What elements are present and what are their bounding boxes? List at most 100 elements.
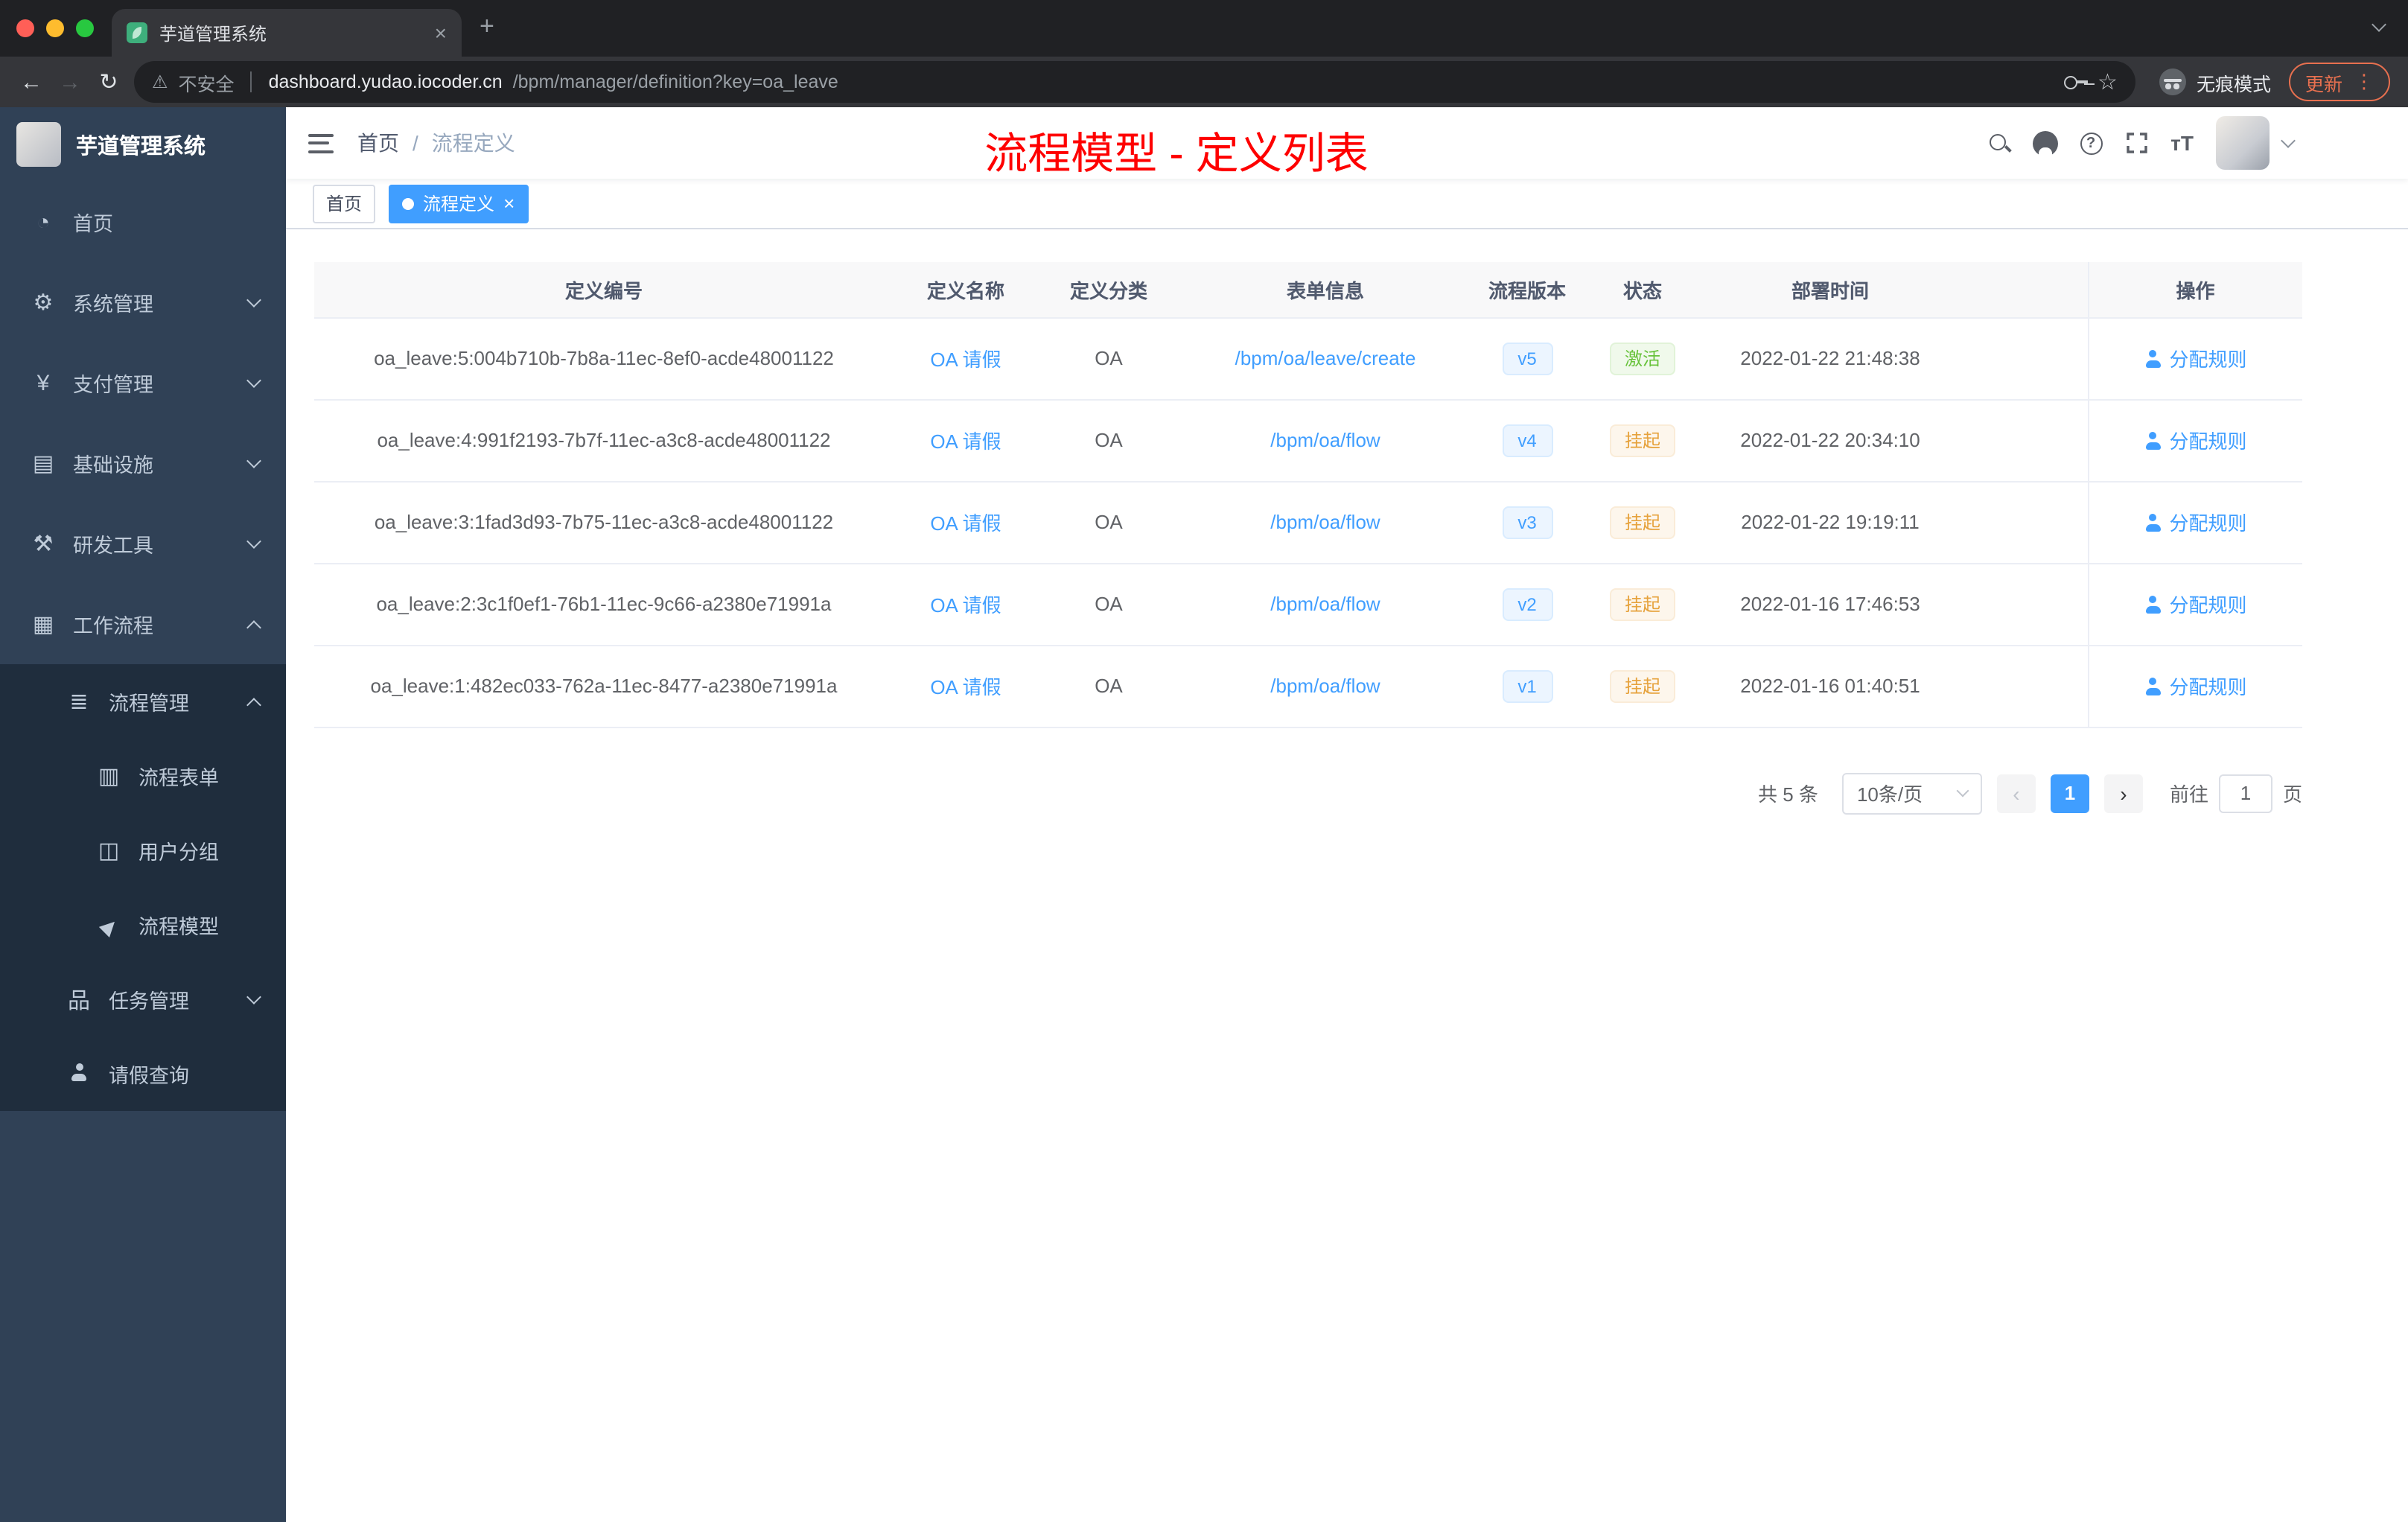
paper-plane-icon: ▶ [95,911,121,938]
assign-rule-link[interactable]: 分配规则 [2144,590,2247,618]
sidebar-item-workflow[interactable]: ▦ 工作流程 [0,584,286,664]
chevron-down-icon [1956,784,1969,797]
sidebar-item-devtools[interactable]: ⚒ 研发工具 [0,503,286,584]
form-link[interactable]: /bpm/oa/flow [1270,675,1380,697]
tag-process-definition[interactable]: 流程定义 × [389,184,529,223]
total-count: 共 5 条 [1758,783,1818,806]
definition-id: oa_leave:1:482ec033-762a-11ec-8477-a2380… [314,645,894,727]
row-spacer [1958,317,2088,400]
url-divider [250,71,252,92]
avatar[interactable] [2216,116,2270,170]
zoom-window-button[interactable] [76,19,94,37]
assign-rule-link[interactable]: 分配规则 [2144,508,2247,536]
tree-icon: 品 [67,988,90,1013]
definition-name-link[interactable]: OA 请假 [930,348,1001,371]
minimize-window-button[interactable] [46,19,64,37]
definition-name-link[interactable]: OA 请假 [930,676,1001,698]
row-spacer [1958,399,2088,482]
tag-home[interactable]: 首页 [313,184,376,223]
chevron-down-icon [246,534,261,549]
col-deploy-time: 部署时间 [1702,262,1958,318]
prev-page-button[interactable]: ‹ [1996,774,2036,812]
avatar-chevron-icon[interactable] [2281,133,2296,148]
github-icon[interactable] [2032,130,2058,156]
bookmark-star-icon[interactable]: ☆ [2098,71,2118,93]
workflow-icon: ▦ [32,612,54,637]
form-link[interactable]: /bpm/oa/flow [1270,511,1380,533]
fullscreen-icon[interactable] [2124,131,2148,155]
sidebar-item-process-form[interactable]: ▥ 流程表单 [0,739,286,813]
assign-rule-link[interactable]: 分配规则 [2144,426,2247,454]
sidebar-item-leave-query[interactable]: 请假查询 [0,1037,286,1111]
form-link[interactable]: /bpm/oa/flow [1270,429,1380,451]
user-icon [2144,431,2162,449]
tab-favicon-icon [127,22,147,43]
browser-tab[interactable]: 芋道管理系统 × [112,9,462,57]
goto-unit: 页 [2282,783,2302,806]
search-icon[interactable] [1987,132,2010,154]
next-page-button[interactable]: › [2103,774,2143,812]
help-icon[interactable]: ? [2080,132,2103,154]
breadcrumb-home[interactable]: 首页 [357,128,399,158]
col-form-info: 表单信息 [1179,262,1471,318]
new-tab-button[interactable]: + [480,12,494,42]
user-icon [2144,349,2162,367]
assign-rule-link[interactable]: 分配规则 [2144,672,2247,700]
gear-icon: ⚙ [33,290,54,316]
hamburger-icon[interactable] [308,133,334,153]
tab-search-chevron-icon[interactable] [2372,17,2386,32]
definition-name-link[interactable]: OA 请假 [930,430,1001,453]
definition-category: OA [1038,481,1179,564]
password-key-icon[interactable] [2063,73,2088,91]
close-window-button[interactable] [16,19,34,37]
form-link[interactable]: /bpm/oa/flow [1270,593,1380,615]
form-link[interactable]: /bpm/oa/leave/create [1235,347,1416,369]
tab-title: 芋道管理系统 [159,23,267,44]
col-status: 状态 [1583,262,1702,318]
sidebar-item-system[interactable]: ⚙ 系统管理 [0,262,286,343]
browser-menu-icon[interactable]: ⋮ [2354,70,2374,94]
sidebar-logo[interactable]: 芋道管理系统 [0,107,286,182]
warning-icon: ⚠ [152,71,168,92]
breadcrumb-current: 流程定义 [431,131,515,155]
browser-window: 芋道管理系统 × + ← → ↻ ⚠ 不安全 dashboard.yudao.i… [0,0,2408,1522]
update-button[interactable]: 更新 ⋮ [2288,63,2390,101]
tag-close-icon[interactable]: × [503,194,515,213]
address-bar[interactable]: ⚠ 不安全 dashboard.yudao.iocoder.cn/bpm/man… [134,61,2135,103]
page-size-select[interactable]: 10条/页 [1841,772,1982,814]
font-size-icon[interactable]: тT [2170,131,2194,155]
definition-name-link[interactable]: OA 请假 [930,594,1001,617]
definition-category: OA [1038,563,1179,646]
security-label[interactable]: 不安全 [179,68,235,96]
sidebar-item-payment[interactable]: ¥ 支付管理 [0,343,286,423]
status-badge: 激活 [1609,342,1675,375]
back-button[interactable]: ← [12,69,51,95]
incognito-badge: 无痕模式 [2159,68,2271,96]
assign-rule-link[interactable]: 分配规则 [2144,344,2247,372]
goto-page-input[interactable] [2218,774,2272,812]
chevron-down-icon [246,373,261,388]
forward-button[interactable]: → [51,69,89,95]
reload-button[interactable]: ↻ [89,69,128,95]
definition-id: oa_leave:4:991f2193-7b7f-11ec-a3c8-acde4… [314,399,894,482]
sidebar-item-task-management[interactable]: 品 任务管理 [0,962,286,1037]
user-icon [2144,677,2162,695]
tools-icon: ⚒ [33,532,54,557]
user-icon [66,1061,92,1086]
sidebar-item-user-group[interactable]: ◫ 用户分组 [0,813,286,888]
version-badge: v3 [1502,506,1552,538]
incognito-label: 无痕模式 [2196,74,2271,95]
status-badge: 挂起 [1609,506,1675,538]
table-row: oa_leave:5:004b710b-7b8a-11ec-8ef0-acde4… [314,317,2302,400]
current-page[interactable]: 1 [2050,774,2089,812]
version-badge: v5 [1502,342,1552,375]
definition-name-link[interactable]: OA 请假 [930,512,1001,535]
row-spacer [1958,481,2088,564]
sidebar-item-home[interactable]: ◔ 首页 [0,182,286,262]
tags-view: 首页 流程定义 × [286,179,2408,229]
sidebar-item-process-management[interactable]: ≣ 流程管理 [0,664,286,739]
sidebar-item-process-model[interactable]: ▶ 流程模型 [0,888,286,962]
logo-title: 芋道管理系统 [76,135,206,159]
sidebar-item-infrastructure[interactable]: ▤ 基础设施 [0,423,286,503]
tab-close-icon[interactable]: × [435,22,447,43]
